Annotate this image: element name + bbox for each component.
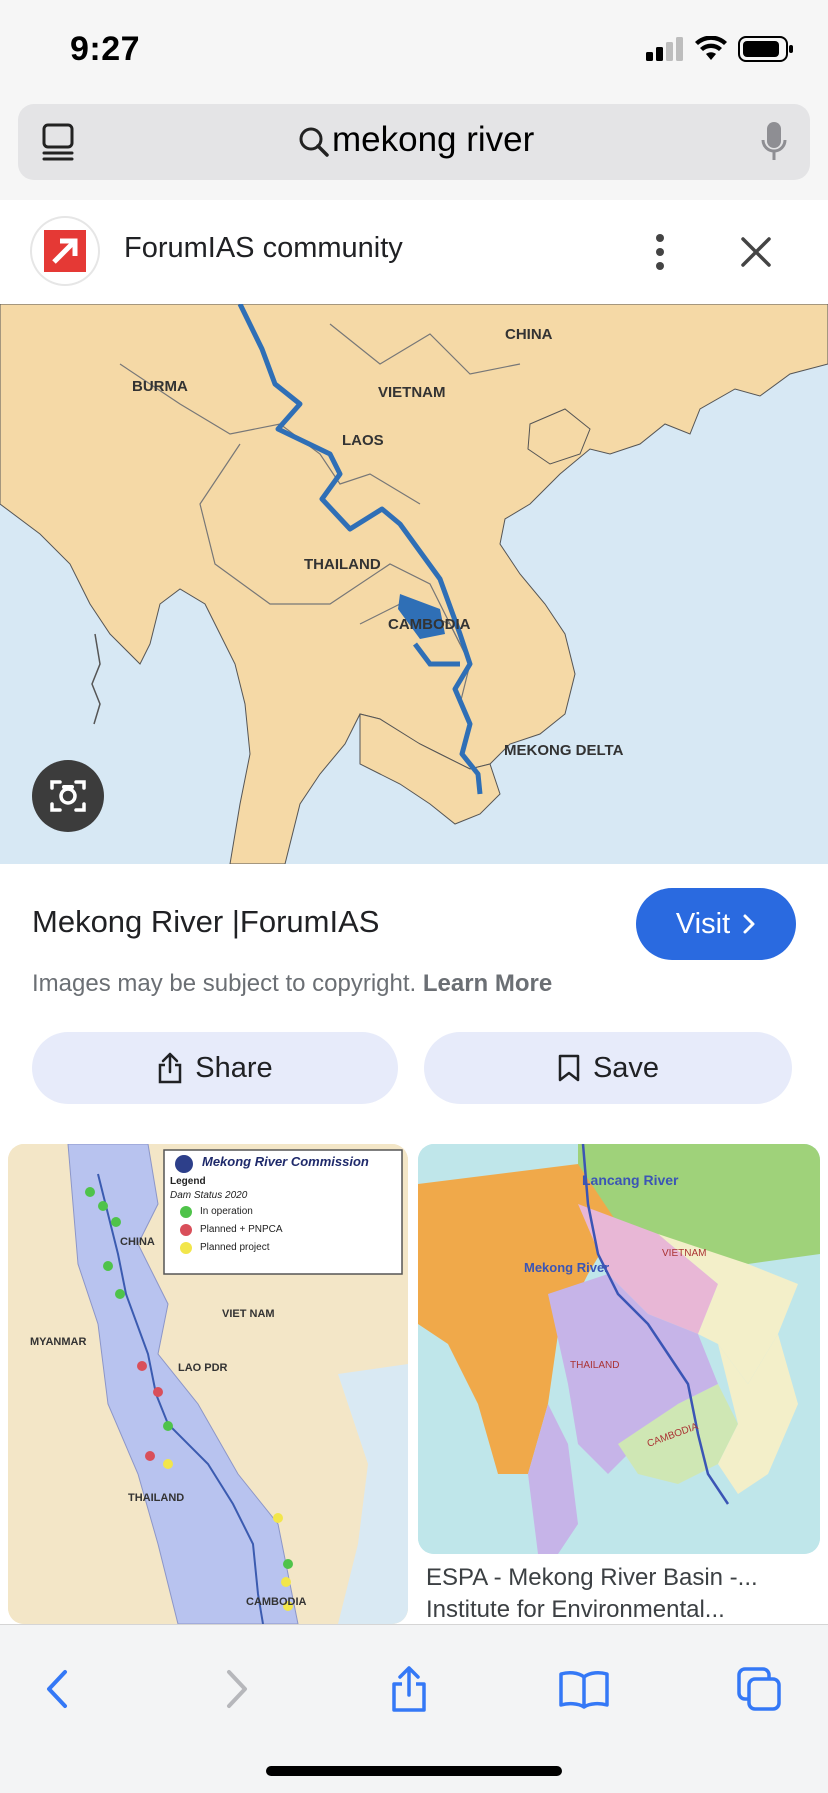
mrc-legend-planned: Planned project [200, 1242, 270, 1253]
forumias-logo-icon [44, 230, 86, 272]
espa-label-vietnam: VIETNAM [662, 1248, 707, 1259]
source-favicon [32, 218, 98, 284]
map-label-thailand: THAILAND [304, 556, 381, 573]
open-book-icon [559, 1671, 609, 1709]
home-indicator [266, 1766, 562, 1776]
forward-button[interactable] [202, 1654, 272, 1724]
learn-more-link[interactable]: Learn More [423, 970, 552, 997]
save-button[interactable]: Save [424, 1032, 792, 1104]
mrc-legend-in-operation: In operation [200, 1206, 253, 1217]
visit-button[interactable]: Visit [636, 888, 796, 960]
share-icon [392, 1666, 426, 1712]
search-query[interactable]: mekong river [332, 120, 534, 160]
espa-label-lancang: Lancang River [582, 1172, 679, 1188]
share-label: Share [195, 1051, 273, 1084]
espa-label-thailand: THAILAND [570, 1360, 620, 1371]
espa-label-mekong: Mekong River [524, 1260, 610, 1275]
lens-camera-icon [50, 780, 86, 812]
search-icon [299, 127, 329, 157]
mrc-legend: Legend [170, 1176, 206, 1187]
map-label-laos: LAOS [342, 432, 384, 449]
share-icon [159, 1052, 182, 1084]
copyright-notice: Images may be subject to copyright. Lear… [32, 970, 552, 998]
lens-search-button[interactable] [32, 760, 104, 832]
tab-overview-icon[interactable] [40, 122, 76, 162]
visit-label: Visit [675, 907, 731, 940]
bookmarks-button[interactable] [549, 1654, 619, 1724]
more-options-icon[interactable] [648, 232, 672, 272]
close-icon[interactable] [738, 234, 774, 270]
related-caption-2-line1[interactable]: ESPA - Mekong River Basin -... [426, 1564, 758, 1592]
cellular-signal-icon [646, 37, 683, 61]
bookmark-icon [558, 1054, 580, 1082]
related-caption-2-line2[interactable]: Institute for Environmental... [426, 1596, 725, 1624]
map-label-vietnam: VIETNAM [378, 384, 446, 401]
back-button[interactable] [22, 1654, 92, 1724]
espa-map-graphic [418, 1144, 820, 1554]
chevron-right-icon [743, 914, 755, 934]
related-image-2[interactable]: Lancang River Mekong River VIETNAM THAIL… [418, 1144, 820, 1554]
map-label-china: CHINA [505, 326, 553, 343]
chevron-left-icon [47, 1670, 67, 1708]
related-image-1[interactable]: Mekong River Commission Legend Dam Statu… [8, 1144, 408, 1624]
tabs-button[interactable] [724, 1654, 794, 1724]
share-button[interactable]: Share [32, 1032, 398, 1104]
status-icons [646, 36, 794, 62]
mrc-title: Mekong River Commission [202, 1154, 369, 1169]
battery-icon [738, 36, 793, 62]
mrc-legend-planned-pnpca: Planned + PNPCA [200, 1224, 283, 1235]
source-name[interactable]: ForumIAS community [124, 232, 403, 265]
mrc-label-lao-pdr: LAO PDR [178, 1362, 228, 1374]
mrc-label-myanmar: MYANMAR [30, 1336, 87, 1348]
chevron-right-icon [227, 1670, 247, 1708]
wifi-icon [695, 36, 727, 60]
mrc-label-cambodia: CAMBODIA [246, 1596, 307, 1608]
mrc-label-thailand: THAILAND [128, 1492, 185, 1504]
result-title[interactable]: Mekong River |ForumIAS [32, 904, 379, 940]
map-label-cambodia: CAMBODIA [388, 616, 471, 633]
mrc-label-vietnam: VIET NAM [222, 1308, 275, 1320]
map-label-burma: BURMA [132, 378, 188, 395]
share-page-button[interactable] [374, 1654, 444, 1724]
save-label: Save [592, 1051, 660, 1084]
mrc-label-china: CHINA [120, 1236, 155, 1248]
microphone-icon[interactable] [760, 120, 788, 164]
mrc-dam-status: Dam Status 2020 [170, 1190, 248, 1201]
map-label-mekong-delta: MEKONG DELTA [504, 742, 624, 759]
mekong-map-image[interactable]: CHINA BURMA VIETNAM LAOS THAILAND CAMBOD… [0, 304, 828, 864]
status-time: 9:27 [70, 30, 141, 68]
tabs-icon [737, 1667, 781, 1711]
copyright-text: Images may be subject to copyright. [32, 970, 417, 997]
